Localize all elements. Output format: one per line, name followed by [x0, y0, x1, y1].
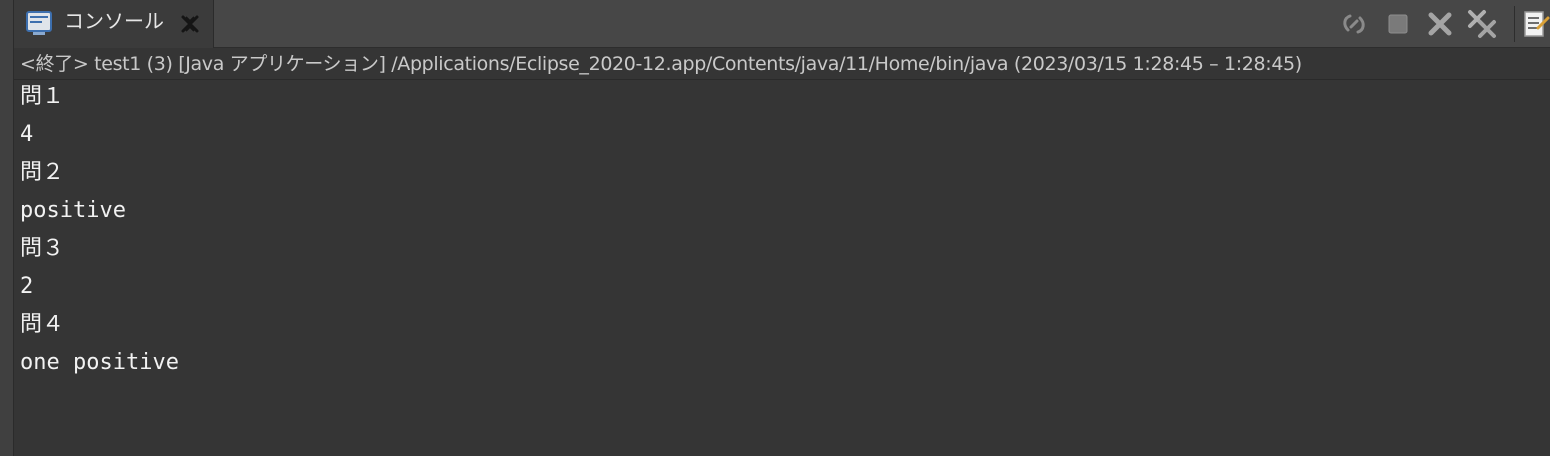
process-description: <終了> test1 (3) [Java アプリケーション] /Applicat… [20, 53, 1302, 75]
console-line: 問２ [20, 160, 65, 185]
left-edge-border [0, 0, 14, 456]
tab-console-label: コンソール [64, 9, 164, 33]
stop-icon[interactable] [1382, 8, 1414, 40]
console-line: 問１ [20, 84, 65, 109]
console-line: 4 [20, 122, 34, 147]
remove-icon[interactable] [1424, 8, 1456, 40]
console-icon [26, 11, 52, 35]
tab-console[interactable]: コンソール [14, 0, 214, 48]
console-line: one positive [20, 350, 179, 375]
console-view: コンソール <終了> test1 (3) [Java アプリケーション] /Ap… [0, 0, 1550, 456]
view-tab-bar: コンソール [14, 0, 1550, 48]
console-line: positive [20, 198, 126, 223]
remove-all-icon[interactable] [1466, 8, 1498, 40]
link-icon[interactable] [1338, 8, 1370, 40]
console-output[interactable]: 問１ 4 問２ positive 問３ 2 問４ one positive [14, 80, 1550, 456]
console-line: 問３ [20, 236, 65, 261]
document-icon[interactable] [1520, 8, 1550, 40]
console-line: 2 [20, 274, 34, 299]
toolbar-separator [1514, 6, 1515, 42]
console-line: 問４ [20, 312, 65, 337]
process-header: <終了> test1 (3) [Java アプリケーション] /Applicat… [14, 48, 1550, 80]
close-tab-icon[interactable] [178, 12, 202, 36]
console-toolbar [1330, 0, 1550, 48]
